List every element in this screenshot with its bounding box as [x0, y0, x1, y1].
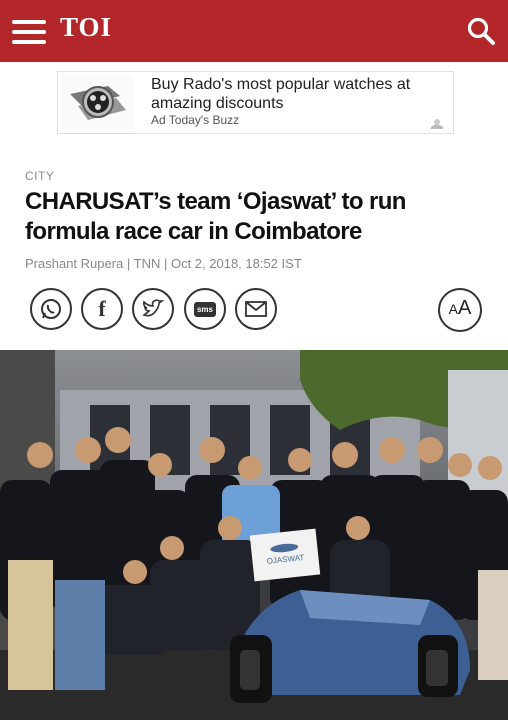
- font-size-toggle[interactable]: AA: [438, 288, 482, 332]
- ad-title[interactable]: Buy Rado's most popular watches at amazi…: [151, 75, 441, 113]
- site-logo[interactable]: TOI: [60, 12, 112, 43]
- sms-glyph: sms: [193, 301, 216, 317]
- twitter-share-icon[interactable]: [132, 288, 174, 330]
- facebook-glyph: f: [98, 296, 106, 321]
- hamburger-menu-icon[interactable]: [12, 20, 46, 44]
- ad-source: Ad Today's Buzz: [151, 113, 240, 127]
- font-large-a: A: [458, 297, 472, 319]
- search-icon[interactable]: [466, 16, 496, 46]
- facebook-share-icon[interactable]: f: [81, 288, 123, 330]
- team-photo-image: OJASWAT: [0, 350, 508, 720]
- top-bar: TOI: [0, 0, 508, 62]
- ad-banner[interactable]: Buy Rado's most popular watches at amazi…: [57, 71, 454, 134]
- section-label[interactable]: CITY: [25, 169, 54, 183]
- article-photo[interactable]: OJASWAT: [0, 350, 508, 720]
- ad-choices-icon[interactable]: [429, 116, 445, 130]
- sms-share-icon[interactable]: sms: [184, 288, 226, 330]
- article-byline: Prashant Rupera | TNN | Oct 2, 2018, 18:…: [25, 256, 302, 271]
- email-share-icon[interactable]: [235, 288, 277, 330]
- font-small-a: A: [448, 301, 458, 317]
- whatsapp-share-icon[interactable]: [30, 288, 72, 330]
- watch-image: [62, 76, 134, 130]
- article-headline: CHARUSAT’s team ‘Ojaswat’ to run formula…: [25, 188, 406, 245]
